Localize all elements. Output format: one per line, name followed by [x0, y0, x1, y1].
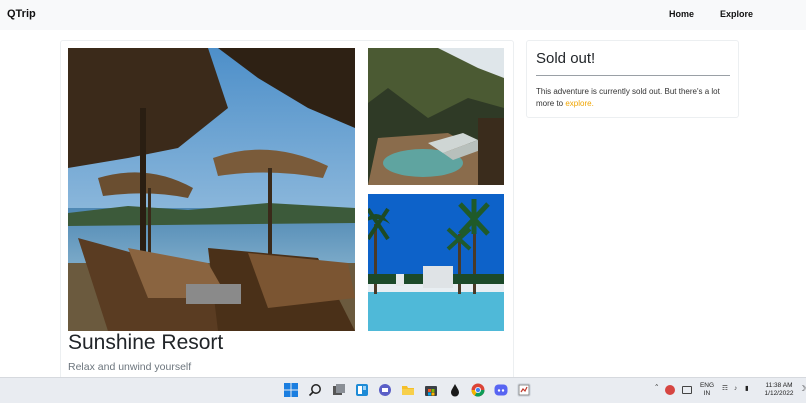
notifications-icon[interactable]: ☽	[799, 385, 806, 393]
adventure-title: Sunshine Resort	[68, 331, 224, 354]
clock[interactable]: 11:38 AM 1/12/2022	[761, 382, 797, 398]
sold-out-message: This adventure is currently sold out. Bu…	[536, 86, 736, 110]
region-code: IN	[703, 390, 711, 397]
palm-pool-photo	[368, 194, 504, 331]
beach-umbrellas-photo	[68, 48, 355, 331]
clock-date: 1/12/2022	[764, 390, 794, 397]
nav-link-home[interactable]: Home	[669, 9, 694, 19]
pool-loungers-photo	[368, 48, 504, 185]
volume-icon[interactable]: ♪	[734, 385, 737, 393]
windows-start-icon[interactable]	[284, 383, 298, 397]
task-view-icon[interactable]	[332, 383, 346, 397]
chevron-up-icon[interactable]: ⌃	[654, 384, 659, 392]
app-icon[interactable]	[448, 383, 462, 397]
widgets-icon[interactable]	[355, 383, 369, 397]
wifi-icon[interactable]: ☶	[722, 385, 728, 393]
language-code: ENG	[699, 382, 715, 389]
chrome-icon[interactable]	[471, 383, 485, 397]
explore-link[interactable]: explore.	[565, 99, 593, 108]
clock-time: 11:38 AM	[765, 382, 793, 389]
notification-badge-icon[interactable]	[665, 385, 675, 395]
file-explorer-icon[interactable]	[401, 383, 415, 397]
brand-logo[interactable]: QTrip	[7, 8, 36, 20]
discord-icon[interactable]	[494, 383, 508, 397]
battery-icon[interactable]: ▮	[745, 385, 749, 393]
sold-out-message-text: This adventure is currently sold out. Bu…	[536, 87, 720, 108]
language-indicator[interactable]: ENG IN	[699, 382, 715, 398]
search-icon[interactable]	[308, 383, 322, 397]
divider	[536, 75, 730, 76]
navbar: QTrip Home Explore	[0, 0, 806, 30]
teams-chat-icon[interactable]	[378, 383, 392, 397]
store-icon[interactable]	[424, 383, 438, 397]
active-app-icon[interactable]	[517, 383, 531, 397]
adventure-subtitle: Relax and unwind yourself	[68, 361, 192, 373]
keyboard-icon[interactable]	[682, 386, 692, 394]
nav-link-explore[interactable]: Explore	[720, 9, 753, 19]
reservation-panel: Sold out! This adventure is currently so…	[526, 40, 739, 118]
sold-out-heading: Sold out!	[536, 50, 596, 67]
